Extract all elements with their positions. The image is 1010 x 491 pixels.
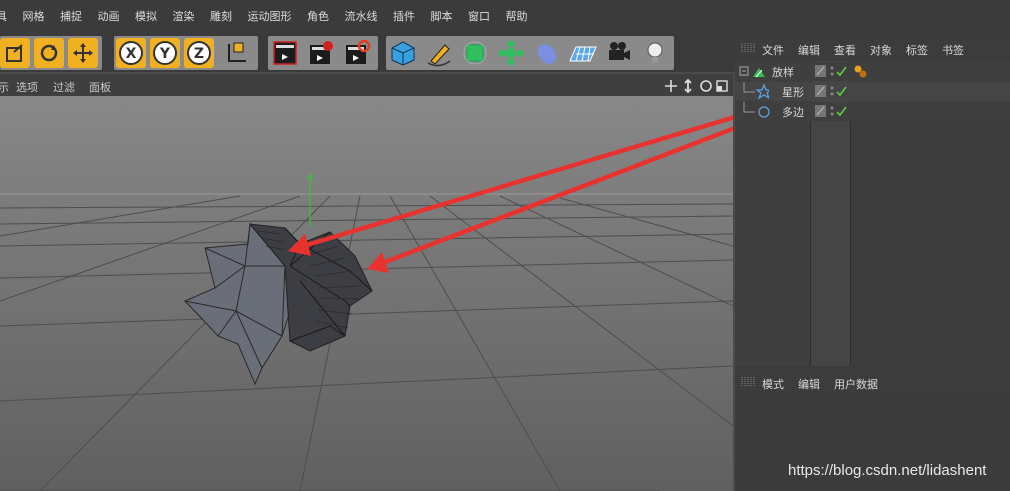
menu-pipeline[interactable]: 流水线 — [345, 8, 378, 24]
polygon-spline-icon — [758, 106, 770, 118]
cube-icon[interactable] — [388, 38, 418, 68]
visibility-render-icon[interactable] — [830, 112, 834, 116]
axis-y-label: Y — [159, 46, 171, 62]
menu-help[interactable]: 帮助 — [506, 8, 528, 24]
floor-icon[interactable] — [568, 38, 598, 68]
am-menu-mode[interactable]: 模式 — [762, 376, 784, 392]
am-menu-edit[interactable]: 编辑 — [798, 376, 820, 392]
3d-viewport[interactable] — [0, 96, 733, 491]
render-group — [268, 36, 378, 70]
menu-mesh[interactable]: 网格 — [23, 8, 45, 24]
axis-y-button[interactable]: Y — [150, 38, 180, 68]
viewport-nav-controls — [664, 78, 734, 94]
object-name-star[interactable]: 星形 — [782, 84, 804, 100]
enabled-check-icon[interactable] — [836, 106, 847, 117]
light-icon[interactable] — [640, 38, 670, 68]
viewport-header: 示 选项 过滤 面板 — [0, 74, 733, 96]
panel-grip-icon[interactable] — [741, 42, 755, 54]
zoom-view-icon[interactable] — [684, 78, 692, 94]
om-menu-edit[interactable]: 编辑 — [798, 42, 820, 58]
phong-tag-icon[interactable] — [853, 65, 869, 79]
axis-z-button[interactable]: Z — [184, 38, 214, 68]
enabled-check-icon[interactable] — [836, 86, 847, 97]
pen-spline-icon[interactable] — [424, 38, 454, 68]
camera-icon[interactable] — [604, 38, 634, 68]
move-tool-icon[interactable] — [68, 38, 98, 68]
attribute-manager-menubar: 模式 编辑 用户数据 — [735, 370, 1010, 394]
object-name-loft[interactable]: 放样 — [772, 64, 794, 80]
menu-bar: 具 网格 捕捉 动画 模拟 渲染 雕刻 运动图形 角色 流水线 插件 脚本 窗口… — [0, 0, 1010, 34]
menu-snap[interactable]: 捕捉 — [60, 8, 82, 24]
orbit-view-icon[interactable] — [700, 80, 712, 92]
menu-plugins[interactable]: 插件 — [393, 8, 415, 24]
axis-lock-group: X Y Z — [114, 36, 258, 70]
render-settings-icon[interactable] — [342, 38, 372, 68]
visibility-render-icon[interactable] — [830, 72, 834, 76]
object-row-star[interactable]: 星形 — [735, 82, 1010, 101]
watermark: https://blog.csdn.net/lidashent — [788, 462, 987, 479]
scale-tool-icon[interactable] — [0, 38, 30, 68]
menu-simulate[interactable]: 模拟 — [135, 8, 157, 24]
object-name-polygon[interactable]: 多边 — [782, 104, 804, 120]
viewport-menu-options[interactable]: 选项 — [16, 79, 38, 95]
object-list: 放样 星形 多边 — [735, 61, 1010, 366]
loft-3d-object[interactable] — [184, 222, 373, 386]
object-row-polygon[interactable]: 多边 — [735, 102, 1010, 121]
menu-animate[interactable]: 动画 — [98, 8, 120, 24]
viewport-menu-panel[interactable]: 面板 — [89, 79, 111, 95]
collapse-toggle-icon[interactable] — [739, 66, 749, 76]
visibility-editor-icon[interactable] — [830, 86, 834, 90]
menu-sculpt[interactable]: 雕刻 — [210, 8, 232, 24]
menu-window[interactable]: 窗口 — [468, 8, 490, 24]
axis-x-button[interactable]: X — [116, 38, 146, 68]
viewport-menu-filter[interactable]: 过滤 — [53, 79, 75, 95]
coordinate-system-icon[interactable] — [222, 38, 252, 68]
deformer-icon[interactable] — [532, 38, 562, 68]
pan-view-icon[interactable] — [665, 80, 677, 92]
axis-x-label: X — [126, 46, 137, 62]
object-row-loft[interactable]: 放样 — [735, 62, 1010, 81]
visibility-editor-icon[interactable] — [830, 66, 834, 70]
star-spline-icon — [755, 83, 769, 100]
rotate-tool-icon[interactable] — [34, 38, 64, 68]
menu-tools[interactable]: 具 — [0, 8, 7, 24]
menu-render[interactable]: 渲染 — [173, 8, 195, 24]
transform-tools-group — [0, 36, 102, 70]
menu-script[interactable]: 脚本 — [431, 8, 453, 24]
subdivision-surface-icon[interactable] — [460, 38, 490, 68]
main-toolbar: X Y Z — [0, 34, 735, 72]
render-picture-viewer-icon[interactable] — [306, 38, 336, 68]
object-manager-menubar: 文件 编辑 查看 对象 标签 书签 — [735, 36, 1010, 60]
render-view-icon[interactable] — [270, 38, 300, 68]
visibility-render-icon[interactable] — [830, 92, 834, 96]
menu-mograph[interactable]: 运动图形 — [248, 8, 292, 24]
maximize-view-icon[interactable] — [716, 80, 728, 92]
panel-grip-icon[interactable] — [741, 376, 755, 388]
am-menu-user-data[interactable]: 用户数据 — [834, 376, 878, 392]
loft-icon — [753, 68, 765, 78]
viewport-menu-display[interactable]: 示 — [0, 79, 9, 95]
create-objects-group — [386, 36, 674, 70]
om-menu-view[interactable]: 查看 — [834, 42, 856, 58]
axis-z-label: Z — [194, 46, 204, 62]
menu-character[interactable]: 角色 — [307, 8, 329, 24]
right-panels: 文件 编辑 查看 对象 标签 书签 放样 星形 多边 模式 编辑 用户数据 — [735, 34, 1010, 491]
floor-grid — [0, 195, 733, 491]
enabled-check-icon[interactable] — [836, 66, 847, 77]
om-menu-tags[interactable]: 标签 — [906, 42, 928, 58]
om-menu-objects[interactable]: 对象 — [870, 42, 892, 58]
om-menu-file[interactable]: 文件 — [762, 42, 784, 58]
visibility-editor-icon[interactable] — [830, 106, 834, 110]
om-menu-bookmarks[interactable]: 书签 — [942, 42, 964, 58]
cloner-icon[interactable] — [496, 38, 526, 68]
